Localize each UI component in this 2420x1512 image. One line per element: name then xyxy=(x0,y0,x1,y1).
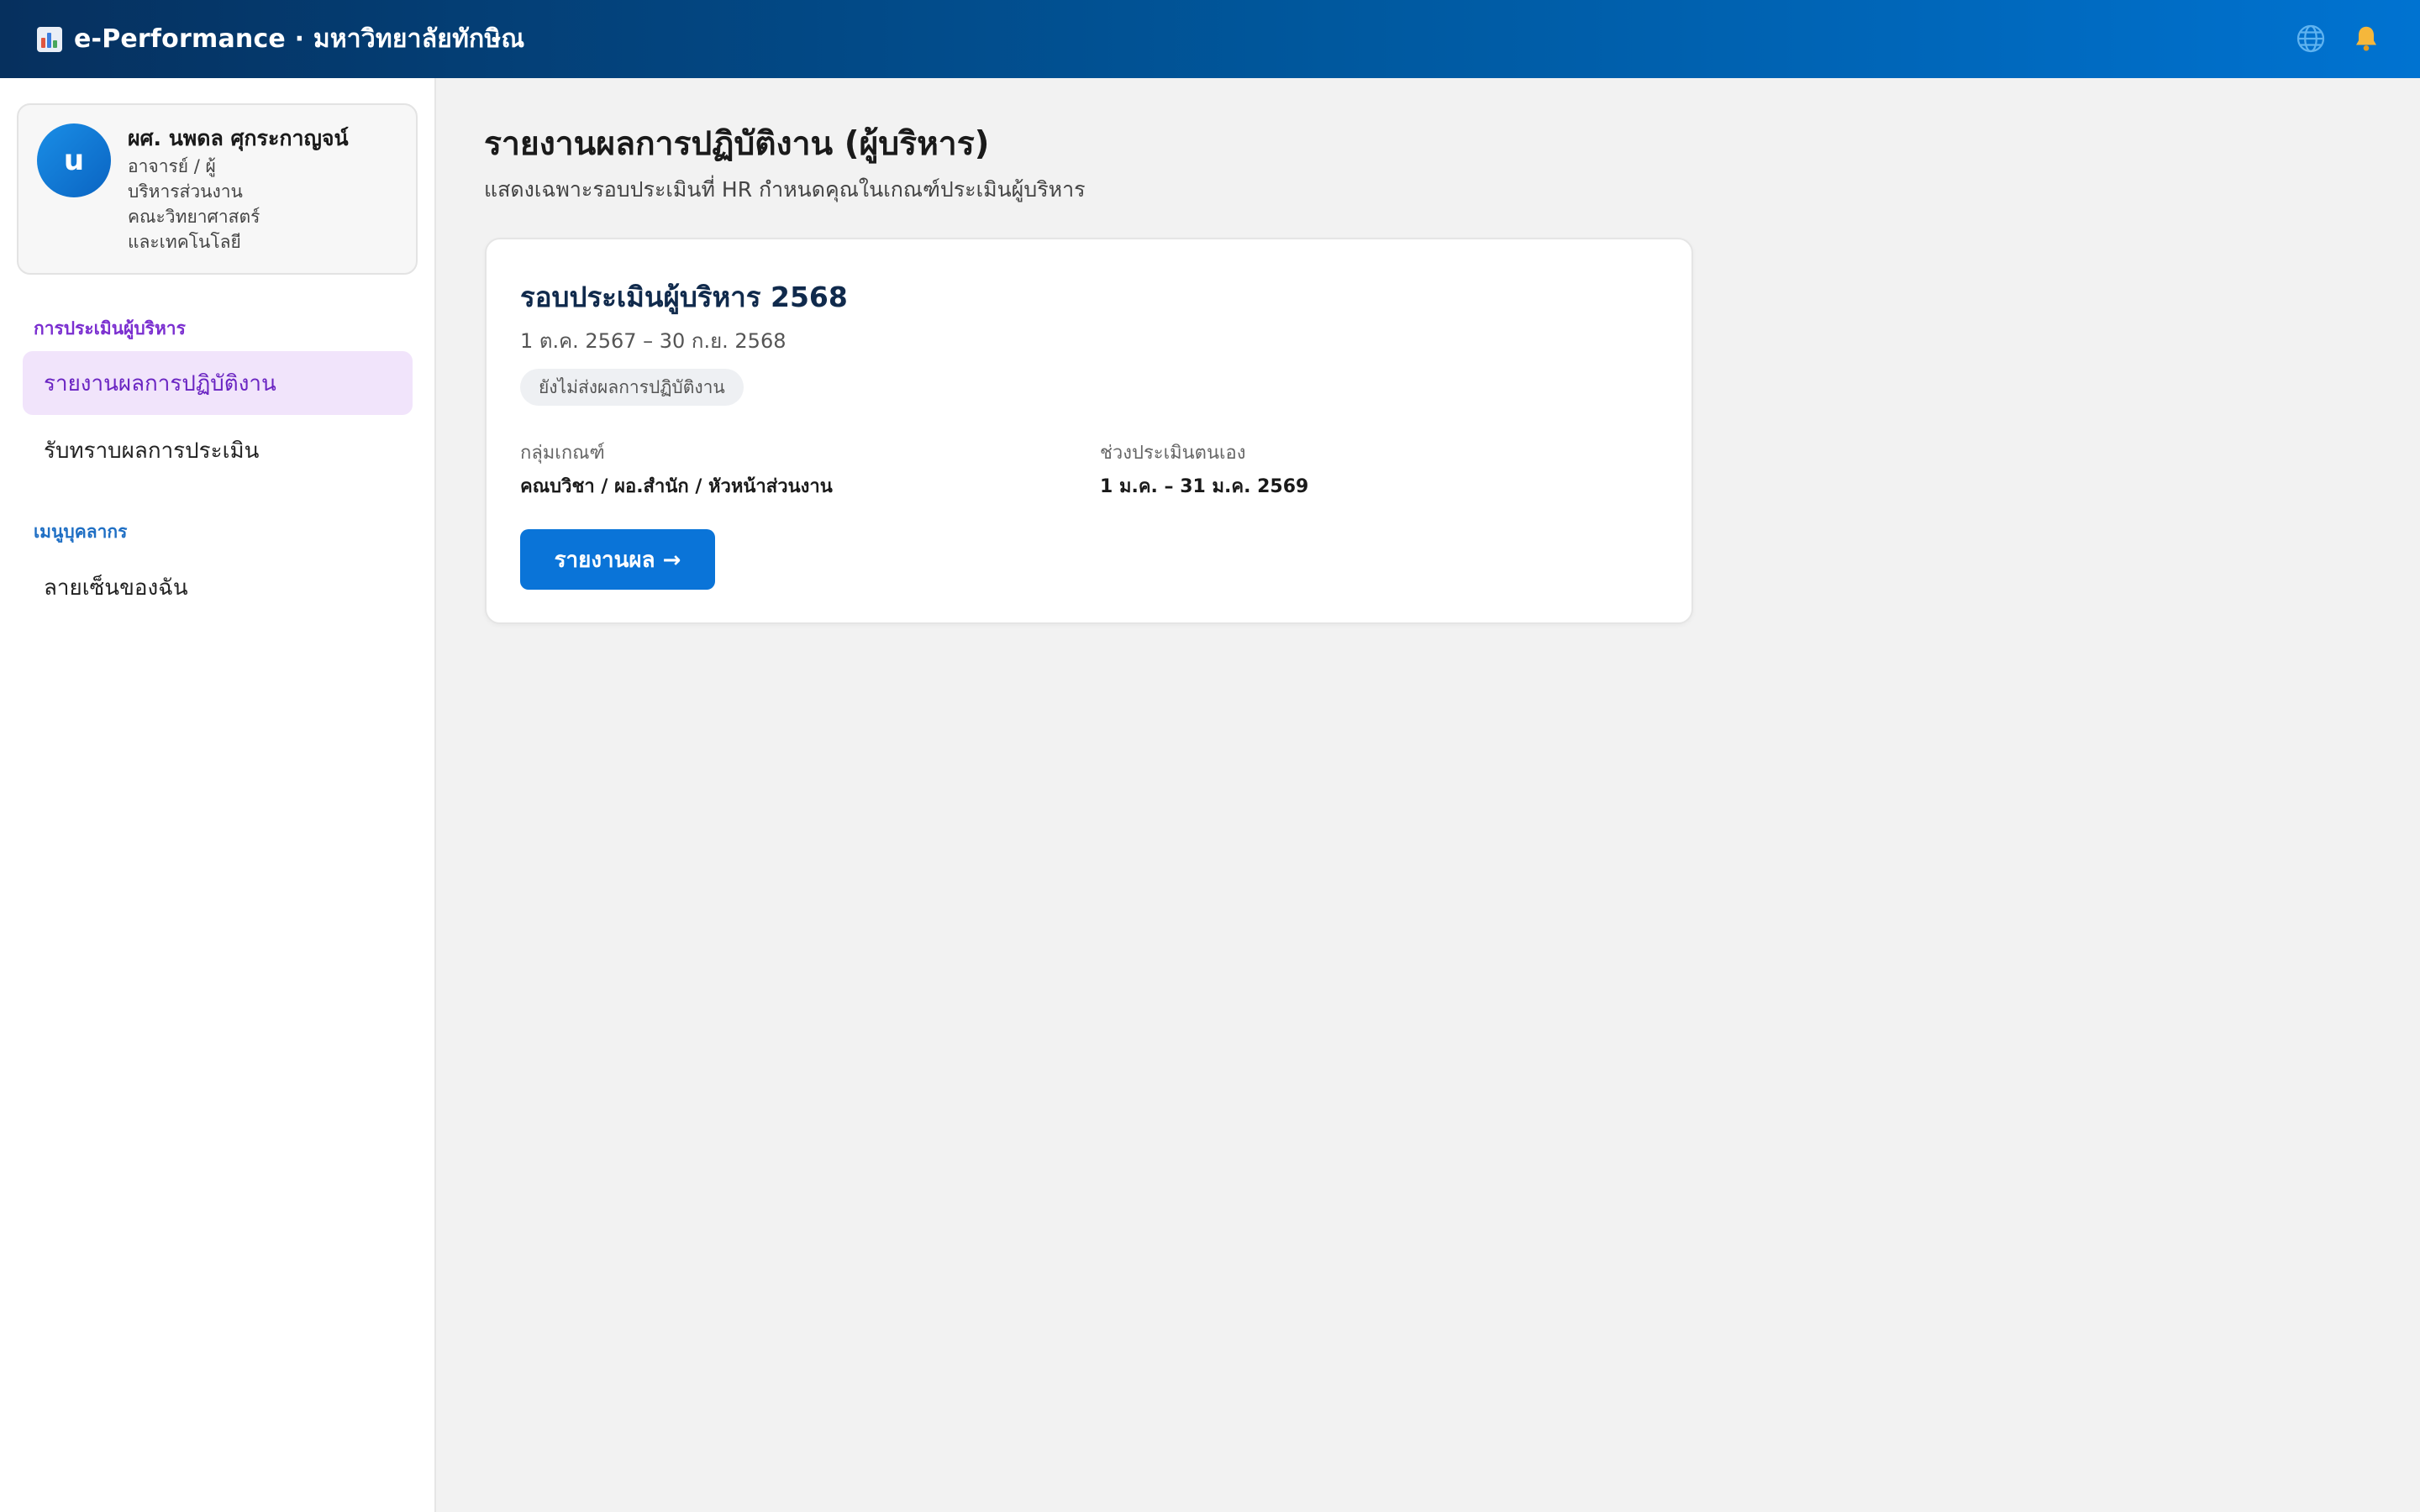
sidebar-item-label: รายงานผลการปฏิบัติงาน xyxy=(44,370,276,396)
profile-role-line: คณะวิทยาศาสตร์ xyxy=(128,207,260,227)
round-dates: 1 ต.ค. 2567 – 30 ก.ย. 2568 xyxy=(520,329,786,353)
report-result-button[interactable]: รายงานผล → xyxy=(520,529,715,590)
bar-chart-icon xyxy=(37,26,62,52)
sidebar-item-performance-report[interactable]: รายงานผลการปฏิบัติงาน xyxy=(23,351,413,415)
round-title: รอบประเมินผู้บริหาร 2568 xyxy=(520,281,848,313)
status-badge: ยังไม่ส่งผลการปฏิบัติงาน xyxy=(520,369,744,406)
sidebar-item-label: ลายเซ็นของฉัน xyxy=(44,575,188,601)
globe-icon[interactable] xyxy=(2294,22,2328,55)
brand[interactable]: e-Performance · มหาวิทยาลัยทักษิณ xyxy=(37,19,524,59)
criteria-value: คณบวิชา / ผอ.สำนัก / หัวหน้าส่วนงาน xyxy=(520,476,833,497)
profile-role-line: บริหารส่วนงาน xyxy=(128,181,243,202)
profile-role-line: อาจารย์ / ผู้ xyxy=(128,156,216,176)
profile-card: u ผศ. นพดล ศุกระกาญจน์ อาจารย์ / ผู้ บริ… xyxy=(17,103,418,275)
section-label-staff-menu: เมนูบุคลากร xyxy=(34,522,128,542)
evaluation-round-card: รอบประเมินผู้บริหาร 2568 1 ต.ค. 2567 – 3… xyxy=(485,238,1693,624)
section-label-admin-evaluation: การประเมินผู้บริหาร xyxy=(34,318,186,339)
profile-name: ผศ. นพดล ศุกระกาญจน์ xyxy=(128,126,349,150)
self-eval-period-label: ช่วงประเมินตนเอง xyxy=(1100,443,1246,464)
profile-role: อาจารย์ / ผู้ บริหารส่วนงาน คณะวิทยาศาสต… xyxy=(128,154,271,255)
bell-icon[interactable] xyxy=(2349,22,2383,55)
app-title: e-Performance · มหาวิทยาลัยทักษิณ xyxy=(74,24,525,54)
criteria-label: กลุ่มเกณฑ์ xyxy=(520,443,605,464)
profile-role-line: และเทคโนโลยี xyxy=(128,232,241,252)
page-title: รายงานผลการปฏิบัติงาน (ผู้บริหาร) xyxy=(484,125,990,163)
sidebar-item-label: รับทราบผลการประเมิน xyxy=(44,438,260,464)
sidebar-item-my-signature[interactable]: ลายเซ็นของฉัน xyxy=(23,555,413,619)
avatar: u xyxy=(37,123,111,197)
top-bar: e-Performance · มหาวิทยาลัยทักษิณ xyxy=(0,0,2420,78)
top-actions xyxy=(2294,22,2383,55)
page-subtitle: แสดงเฉพาะรอบประเมินที่ HR กำหนดคุณในเกณฑ… xyxy=(484,177,1086,202)
sidebar-item-acknowledge-results[interactable]: รับทราบผลการประเมิน xyxy=(23,418,413,482)
self-eval-period-value: 1 ม.ค. – 31 ม.ค. 2569 xyxy=(1100,476,1309,497)
sidebar: u ผศ. นพดล ศุกระกาญจน์ อาจารย์ / ผู้ บริ… xyxy=(0,78,436,1512)
